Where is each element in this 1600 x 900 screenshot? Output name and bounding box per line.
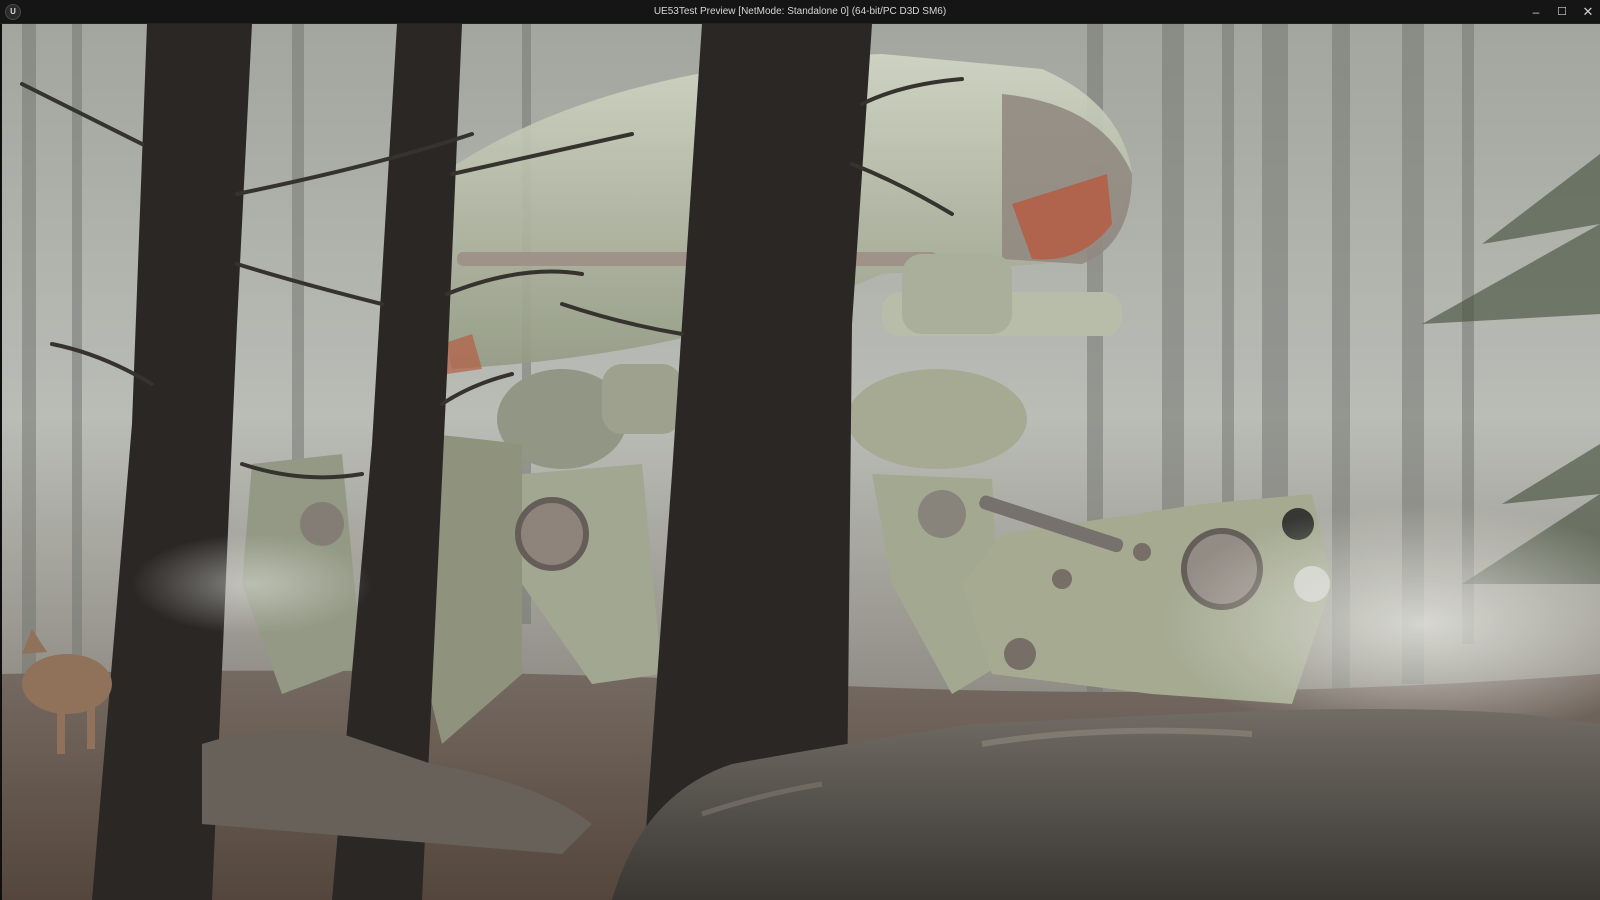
window-title: UE53Test Preview [NetMode: Standalone 0]…	[653, 6, 947, 17]
maximize-icon[interactable]: ☐	[1549, 0, 1575, 24]
close-icon[interactable]: ✕	[1575, 0, 1600, 24]
title-bar[interactable]: U UE53Test Preview [NetMode: Standalone …	[0, 0, 1600, 24]
game-window: U UE53Test Preview [NetMode: Standalone …	[0, 0, 1600, 900]
scene-render	[2, 24, 1600, 900]
minimize-icon[interactable]: –	[1523, 0, 1549, 24]
atmospheric-fog-overlay	[2, 24, 1600, 900]
game-viewport[interactable]	[2, 24, 1600, 900]
